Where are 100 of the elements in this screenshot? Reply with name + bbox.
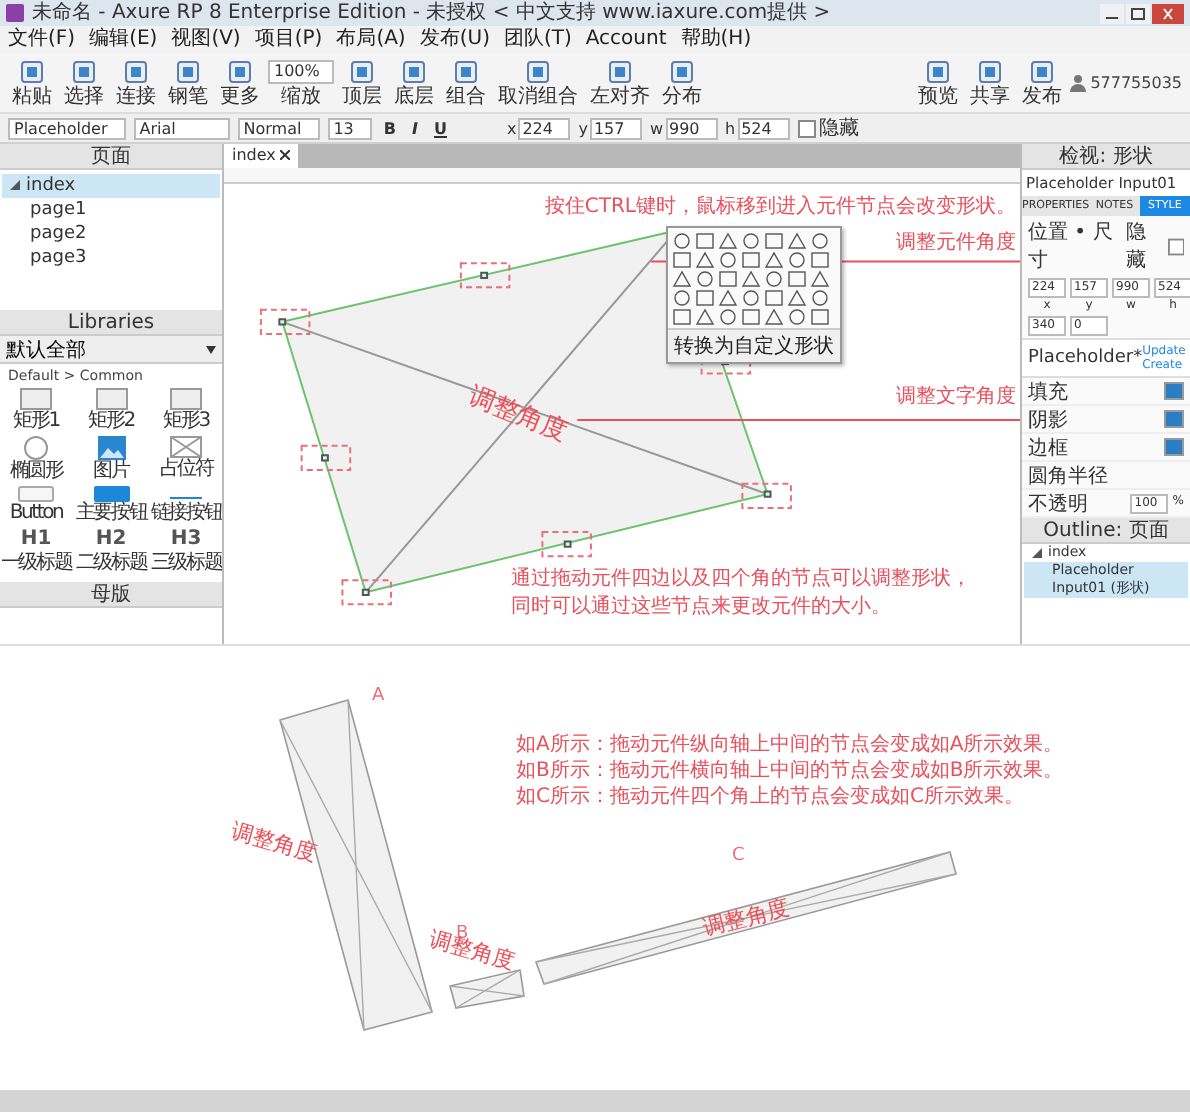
menu-item[interactable]: 布局(A) [336,26,406,54]
square-icon [978,59,1003,83]
toolbar-button[interactable]: 钢笔 [164,57,212,109]
tree-item[interactable]: page2 [2,222,220,246]
toolbar-button[interactable]: 取消组合 [493,57,582,109]
user-name[interactable]: 577755035 [1090,74,1182,92]
widget-item[interactable]: H3 三级标题 [150,528,222,574]
minimize-icon[interactable] [1100,3,1124,23]
shape-label: A [372,686,385,706]
highlight-box [541,531,592,558]
style-dropdown[interactable]: Placeholder [8,117,126,139]
widget-item[interactable]: 椭圆形 [0,436,72,482]
toolbar-button[interactable]: 粘贴 [8,57,56,109]
input-field[interactable]: 990 [665,117,717,139]
square-icon [20,59,44,83]
menu-item[interactable]: 视图(V) [171,26,241,54]
color-swatch[interactable] [1164,410,1184,428]
widget-item[interactable]: H2 二级标题 [75,528,147,574]
widget-item[interactable]: 矩形1 [0,388,72,432]
zoom-dropdown[interactable]: 100% [268,59,334,83]
annotation-text: 同时可以通过这些节点来更改元件的大小。 [510,596,893,619]
input-field[interactable]: 157 [589,117,642,139]
color-swatch[interactable] [1164,382,1184,400]
highlight-box [741,482,792,509]
menu-item[interactable]: 项目(P) [254,26,323,54]
input-field[interactable]: 224 [518,117,571,139]
toolbar-button[interactable]: 预览 [914,57,963,109]
caret-icon[interactable] [1032,547,1042,558]
font-size-dropdown[interactable]: 13 [327,117,372,139]
color-swatch[interactable] [1164,438,1184,456]
widget-item[interactable]: Button [0,486,72,524]
highlight-box [341,579,392,606]
library-dropdown[interactable]: 默认全部 [0,336,222,364]
rectangle-icon [95,388,127,410]
panel-header: 检视: 形状 [1022,144,1190,170]
toolbar-button[interactable]: 左对齐 [585,57,654,109]
square-icon [72,59,96,83]
widget-item[interactable]: 矩形2 [75,388,147,432]
user-icon [1070,74,1087,92]
square-icon [1030,59,1055,83]
menu-item[interactable]: 团队(T) [503,26,572,54]
caret-icon[interactable] [206,345,216,353]
checkbox[interactable] [1167,237,1184,255]
square-icon [669,59,694,83]
panel-header: Libraries [0,310,222,336]
square-icon [124,59,148,83]
widget-item[interactable]: 矩形3 [150,388,222,432]
close-icon[interactable] [280,150,291,160]
menu-item[interactable]: 发布(U) [419,26,490,54]
menu-item[interactable]: 编辑(E) [89,26,158,54]
tree-item[interactable]: page1 [2,198,220,222]
toolbar-button[interactable]: 分布 [657,57,706,109]
toolbar-button[interactable]: 底层 [389,57,438,109]
square-icon [401,59,426,83]
window-title: 未命名 - Axure RP 8 Enterprise Edition - 未授权 < 中文支持 www.iaxure.com提供 > [32,0,833,26]
shape-label: C [732,846,745,866]
menu-item[interactable]: Account [585,26,667,54]
toolbar-button[interactable]: 更多 [216,57,264,109]
document-tab[interactable]: index [224,144,299,168]
widget-item[interactable]: 占位符 [150,436,222,482]
widget-item[interactable]: 图片 [75,436,147,482]
format-button[interactable]: I [408,119,422,137]
square-icon [926,59,951,83]
toolbar-button[interactable]: 发布 [1018,57,1067,109]
toolbar-button[interactable]: 连接 [112,57,160,109]
highlight-box [300,444,352,471]
tree-item[interactable]: index [2,174,220,198]
format-button[interactable]: B [379,119,400,137]
zoom-label: 缩放 [280,85,321,107]
font-weight-dropdown[interactable]: Normal [237,117,320,139]
widget-item[interactable]: 链接按钮 [150,486,222,524]
input-field[interactable]: 524 [737,117,790,139]
toolbar-button[interactable]: 顶层 [337,57,386,109]
square-icon [607,59,632,83]
property-label: 不透明 [1028,491,1088,517]
heading-glyph: H2 [95,528,127,551]
placeholder-shape[interactable] [278,226,772,596]
caret-icon[interactable] [10,180,20,191]
menu-item[interactable]: 转换为自定义形状 [667,327,840,362]
property-label: 阴影 [1028,407,1068,433]
menu-item[interactable]: 帮助(H) [680,26,752,54]
annotation-text: 调整元件角度 [896,232,1016,255]
maximize-icon[interactable] [1126,3,1150,23]
app-icon [6,4,24,22]
format-button[interactable]: U [429,119,451,137]
toolbar-button[interactable]: 组合 [441,57,490,109]
widget-item[interactable]: 主要按钮 [75,486,147,524]
style-dropdown[interactable]: Placeholder* [1028,348,1143,368]
toolbar-button[interactable]: 共享 [966,57,1015,109]
tree-item[interactable]: page3 [2,246,220,270]
menu-item[interactable]: 文件(F) [8,26,76,54]
toolbar-button[interactable]: 选择 [60,57,108,109]
shape-text: 调整角度 [227,815,321,869]
checkbox[interactable] [797,119,816,137]
font-dropdown[interactable]: Arial [133,117,230,139]
shape-text: 调整角度 [699,892,793,944]
image-icon [97,436,125,460]
placeholder-shape [449,969,525,1009]
annotation-text: 通过拖动元件四边以及四个角的节点可以调整形状， [510,568,971,591]
widget-item[interactable]: H1 一级标题 [0,528,72,574]
